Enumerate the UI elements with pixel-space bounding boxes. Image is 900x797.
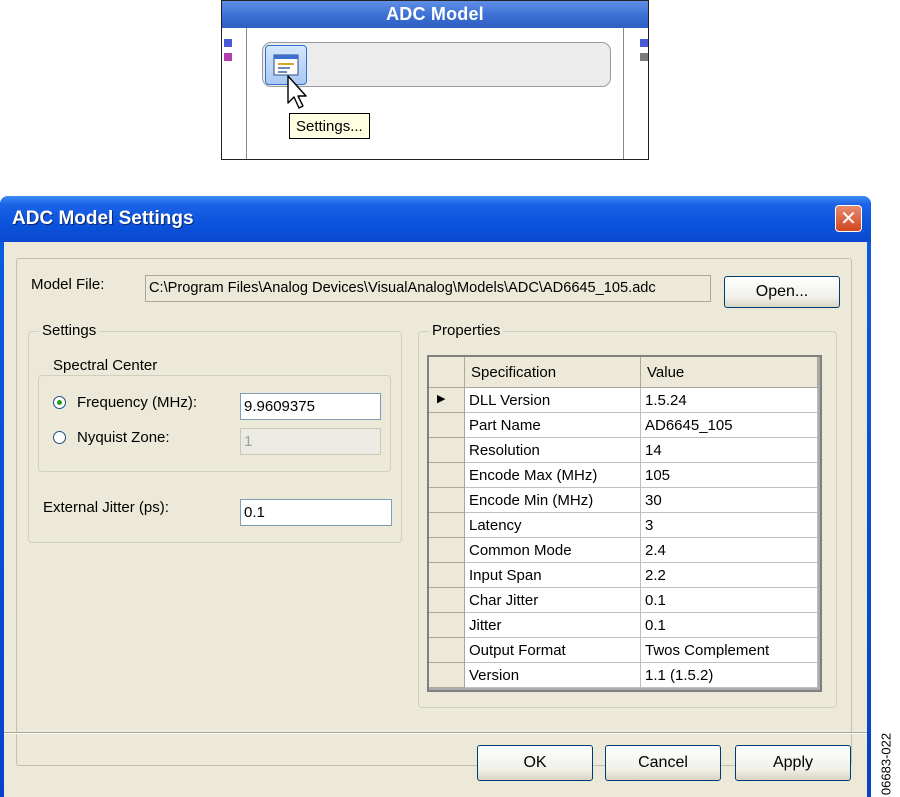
figure-id: 06683-022	[876, 730, 896, 797]
input-port-icon	[224, 39, 232, 47]
output-port-icon	[640, 39, 648, 47]
row-header[interactable]	[429, 638, 465, 663]
spectral-center-group	[38, 375, 391, 472]
table-cell-specification[interactable]: Char Jitter	[465, 588, 641, 613]
block-right-divider	[623, 28, 624, 159]
nyquist-zone-radio[interactable]	[53, 431, 66, 444]
apply-button[interactable]: Apply	[735, 745, 851, 781]
frequency-input[interactable]: 9.9609375	[240, 393, 381, 420]
table-cell-specification[interactable]: DLL Version	[465, 388, 641, 413]
table-cell-value[interactable]: 1.5.24	[641, 388, 818, 413]
model-file-label: Model File:	[31, 276, 105, 293]
row-header[interactable]	[429, 438, 465, 463]
row-header[interactable]: ▶	[429, 388, 465, 413]
table-cell-specification[interactable]: Part Name	[465, 413, 641, 438]
block-toolbar	[262, 42, 611, 87]
frequency-label: Frequency (MHz):	[77, 394, 198, 411]
figure-id-text: 06683-022	[878, 732, 894, 795]
row-header[interactable]	[429, 513, 465, 538]
table-cell-specification[interactable]: Output Format	[465, 638, 641, 663]
nyquist-zone-input[interactable]: 1	[240, 428, 381, 455]
table-cell-value[interactable]: 14	[641, 438, 818, 463]
close-button[interactable]: ✕	[835, 205, 862, 232]
row-header[interactable]	[429, 463, 465, 488]
table-cell-value[interactable]: AD6645_105	[641, 413, 818, 438]
properties-table[interactable]: Specification Value ▶ DLL Version 1.5.24 Pa…	[427, 355, 822, 692]
adc-model-block: ADC Model Settings...	[221, 0, 649, 160]
table-cell-value[interactable]: 105	[641, 463, 818, 488]
table-cell-specification[interactable]: Jitter	[465, 613, 641, 638]
table-cell-value[interactable]: 2.2	[641, 563, 818, 588]
table-cell-value[interactable]: 0.1	[641, 588, 818, 613]
row-header[interactable]	[429, 488, 465, 513]
properties-group-title: Properties	[429, 322, 504, 339]
ok-button[interactable]: OK	[477, 745, 593, 781]
output-port-icon	[640, 53, 648, 61]
button-separator	[4, 732, 867, 734]
table-cell-specification[interactable]: Input Span	[465, 563, 641, 588]
table-cell-value[interactable]: Twos Complement	[641, 638, 818, 663]
block-left-divider	[246, 28, 247, 159]
dialog-title: ADC Model Settings	[12, 208, 194, 229]
mouse-cursor-icon	[287, 75, 307, 109]
external-jitter-label: External Jitter (ps):	[43, 499, 169, 516]
radio-selected-dot	[57, 400, 62, 405]
open-button[interactable]: Open...	[724, 276, 840, 308]
table-cell-value[interactable]: 1.1 (1.5.2)	[641, 663, 818, 688]
model-file-field[interactable]: C:\Program Files\Analog Devices\VisualAn…	[145, 275, 711, 302]
row-header[interactable]	[429, 663, 465, 688]
settings-group-title: Settings	[39, 322, 100, 339]
settings-window-icon	[273, 54, 299, 76]
row-header[interactable]	[429, 563, 465, 588]
nyquist-zone-label: Nyquist Zone:	[77, 429, 170, 446]
current-row-arrow-icon: ▶	[437, 393, 446, 405]
close-icon: ✕	[840, 208, 857, 230]
frequency-radio[interactable]	[53, 396, 66, 409]
table-cell-specification[interactable]: Latency	[465, 513, 641, 538]
row-header[interactable]	[429, 613, 465, 638]
cancel-button[interactable]: Cancel	[605, 745, 721, 781]
spectral-center-group-title: Spectral Center	[50, 357, 161, 374]
dialog-titlebar[interactable]: ADC Model Settings ✕	[0, 196, 871, 242]
column-header-value[interactable]: Value	[641, 357, 818, 388]
input-port-icon	[224, 53, 232, 61]
row-header[interactable]	[429, 588, 465, 613]
table-cell-value[interactable]: 2.4	[641, 538, 818, 563]
column-header-specification[interactable]: Specification	[465, 357, 641, 388]
external-jitter-input[interactable]: 0.1	[240, 499, 392, 526]
row-header[interactable]	[429, 413, 465, 438]
table-cell-specification[interactable]: Resolution	[465, 438, 641, 463]
table-cell-value[interactable]: 0.1	[641, 613, 818, 638]
settings-tooltip: Settings...	[289, 113, 370, 139]
table-cell-value[interactable]: 30	[641, 488, 818, 513]
table-corner-header	[429, 357, 465, 388]
table-cell-specification[interactable]: Encode Max (MHz)	[465, 463, 641, 488]
table-cell-specification[interactable]: Common Mode	[465, 538, 641, 563]
table-cell-specification[interactable]: Version	[465, 663, 641, 688]
table-cell-specification[interactable]: Encode Min (MHz)	[465, 488, 641, 513]
adc-model-block-title: ADC Model	[222, 1, 648, 28]
row-header[interactable]	[429, 538, 465, 563]
table-cell-value[interactable]: 3	[641, 513, 818, 538]
